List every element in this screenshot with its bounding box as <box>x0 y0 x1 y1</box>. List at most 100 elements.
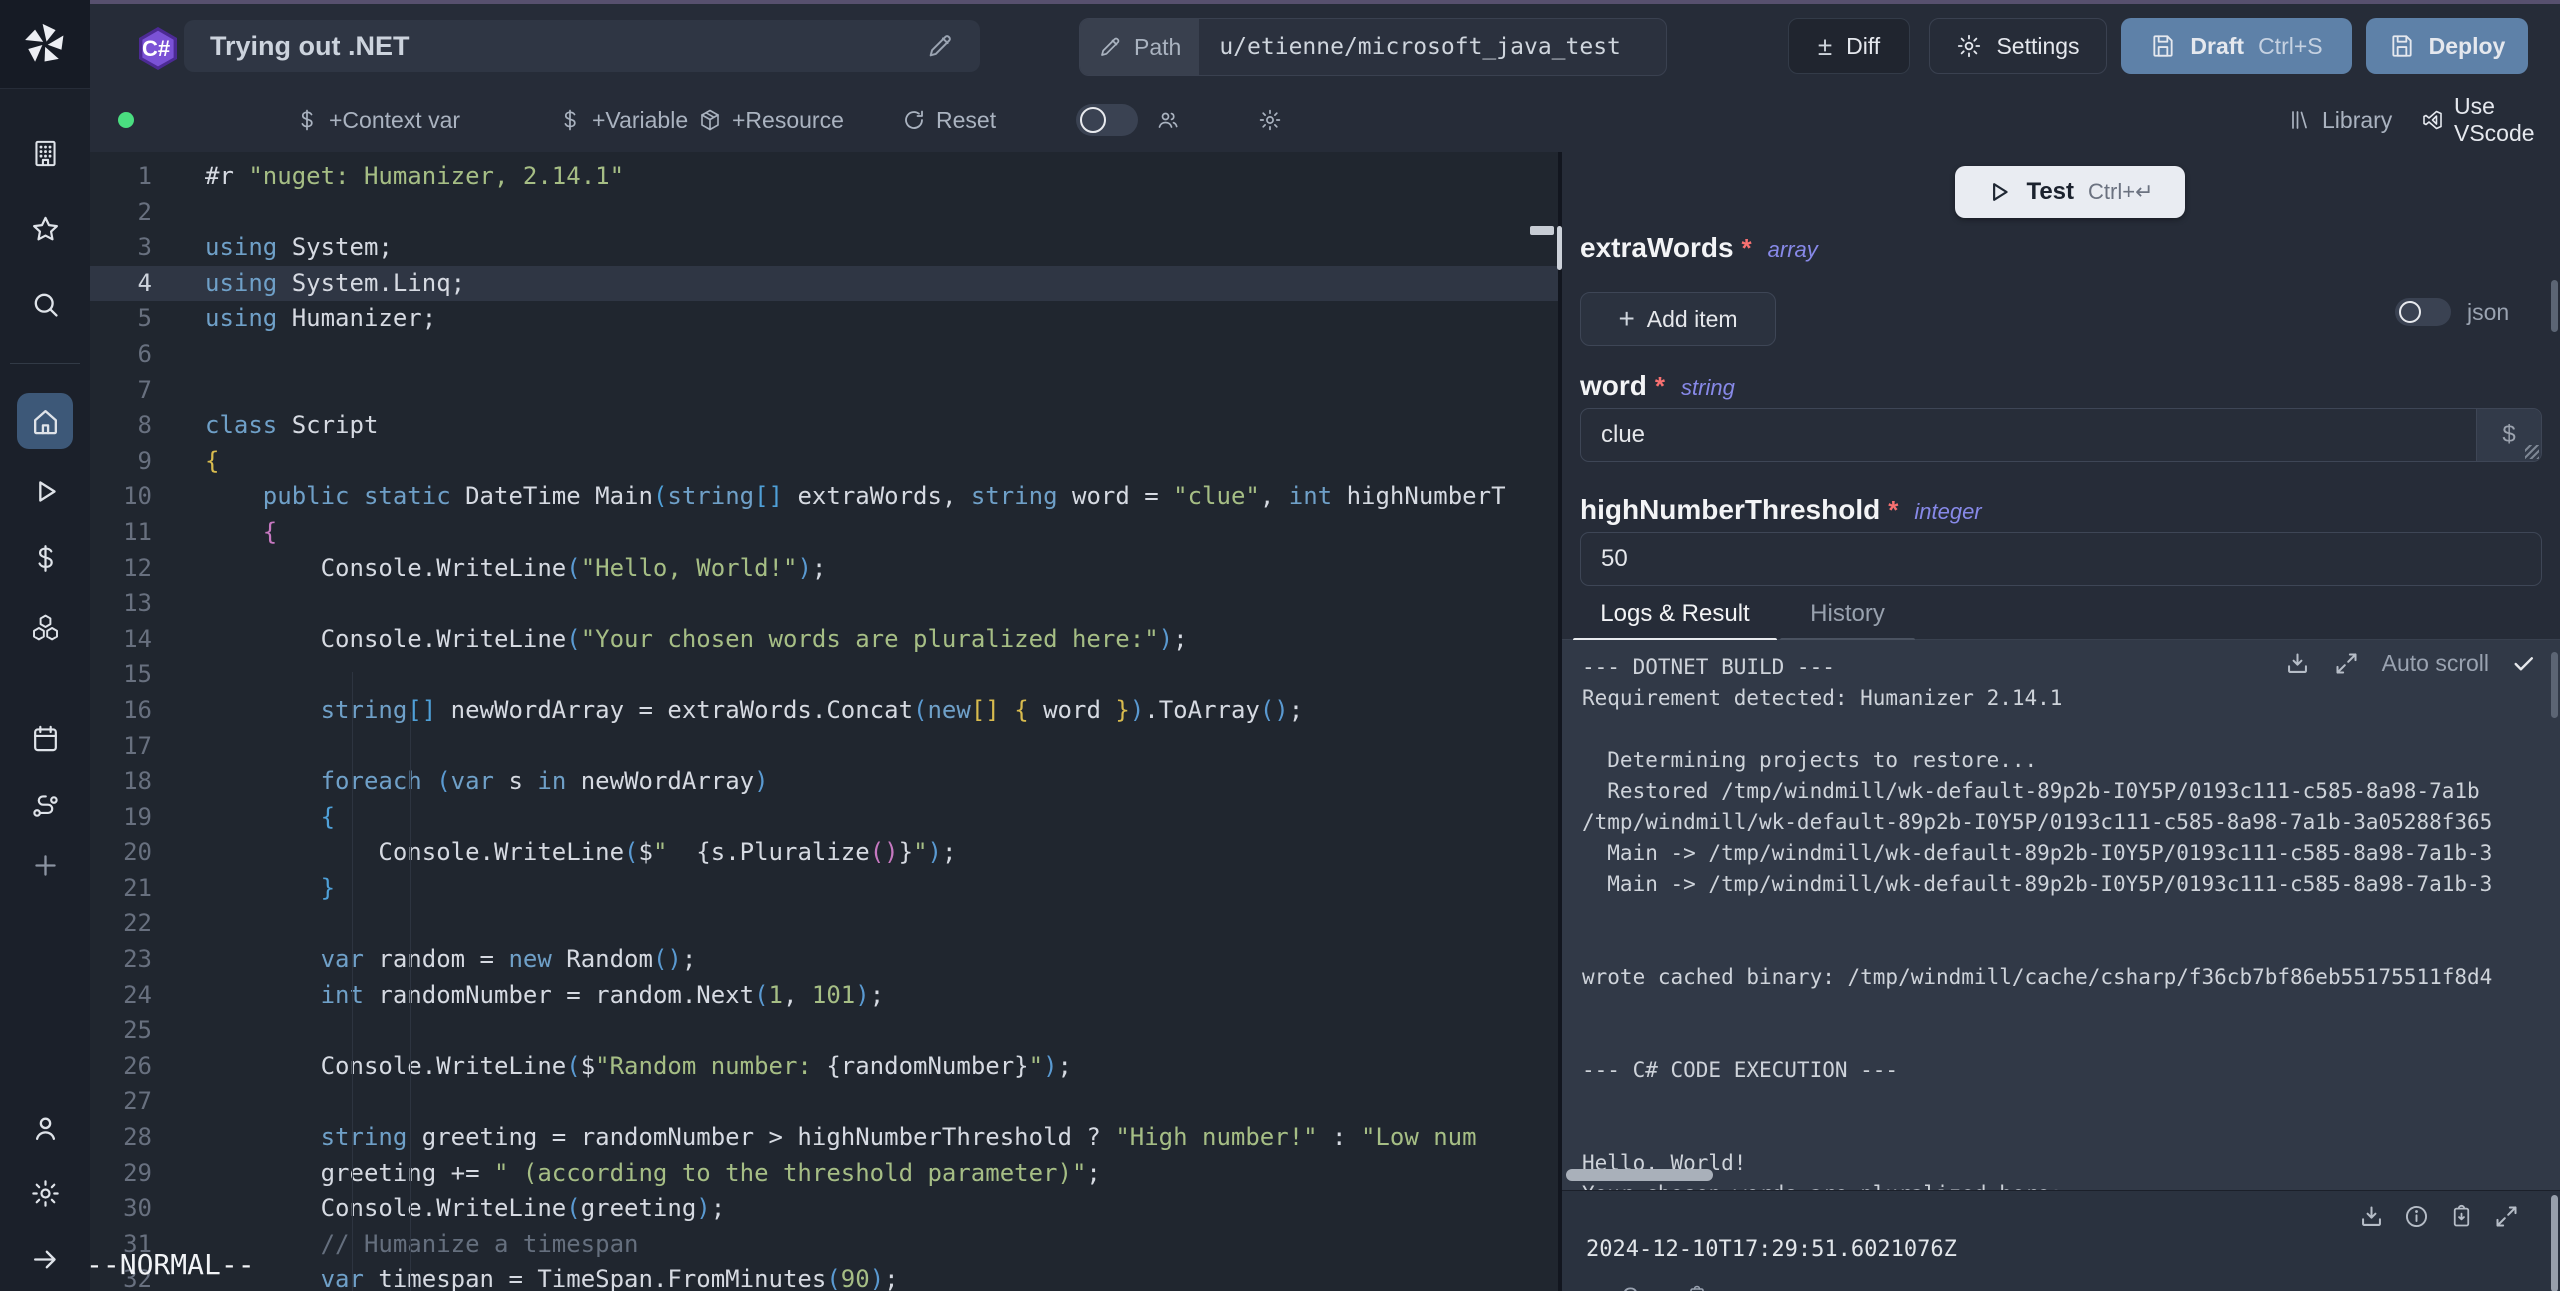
line-number: 8 <box>90 408 152 444</box>
sidebar-item-settings[interactable] <box>23 1171 67 1215</box>
windmill-logo-icon[interactable] <box>0 0 90 89</box>
code-line[interactable]: 32 var timespan = TimeSpan.FromMinutes(9… <box>90 1262 1558 1291</box>
use-vscode-button[interactable]: Use VScode <box>2420 88 2560 152</box>
word-input[interactable] <box>1581 409 2476 461</box>
deploy-button[interactable]: Deploy <box>2366 18 2528 74</box>
json-toggle-switch[interactable] <box>2395 298 2451 326</box>
tab-logs-result[interactable]: Logs & Result <box>1573 588 1777 640</box>
tab-history[interactable]: History <box>1780 588 1915 640</box>
sidebar-item-variables[interactable] <box>23 536 67 580</box>
code-line[interactable]: 3using System; <box>90 230 1558 266</box>
home-icon <box>30 406 61 437</box>
add-variable-button[interactable]: +Variable <box>558 88 688 152</box>
people-icon[interactable] <box>1156 108 1180 132</box>
info-icon[interactable] <box>2403 1203 2430 1230</box>
threshold-input[interactable] <box>1581 533 2541 585</box>
download-logs-icon[interactable] <box>2284 650 2311 677</box>
path-field[interactable]: Path u/etienne/microsoft_java_test <box>1079 18 1667 76</box>
code-line[interactable]: 29 greeting += " (according to the thres… <box>90 1156 1558 1192</box>
code-line[interactable]: 25 <box>90 1013 1558 1049</box>
copy-result-icon[interactable] <box>2448 1203 2475 1230</box>
result-vertical-scrollbar[interactable] <box>2551 1195 2558 1291</box>
code-text: var random = new Random(); <box>205 942 696 978</box>
field-type: string <box>1681 375 1735 401</box>
settings-button[interactable]: Settings <box>1929 18 2107 74</box>
line-number: 4 <box>90 266 152 302</box>
sidebar-item-workspace[interactable] <box>23 131 67 175</box>
code-line[interactable]: 26 Console.WriteLine($"Random number: {r… <box>90 1049 1558 1085</box>
code-line[interactable]: 10 public static DateTime Main(string[] … <box>90 479 1558 515</box>
add-variable-label: +Variable <box>592 107 688 134</box>
code-text: Console.WriteLine("Hello, World!"); <box>205 551 826 587</box>
code-line[interactable]: 4using System.Linq; <box>90 266 1558 302</box>
code-line[interactable]: 9{ <box>90 444 1558 480</box>
code-editor[interactable]: 1#r "nuget: Humanizer, 2.14.1"23using Sy… <box>90 152 1558 1291</box>
sidebar-item-schedules[interactable] <box>23 716 67 760</box>
code-line[interactable]: 15 <box>90 657 1558 693</box>
code-line[interactable]: 11 { <box>90 515 1558 551</box>
toggle-switch[interactable] <box>1076 104 1138 136</box>
code-line[interactable]: 27 <box>90 1084 1558 1120</box>
code-text: // Humanize a timespan <box>205 1227 638 1263</box>
code-text: { <box>205 800 335 836</box>
add-context-var-button[interactable]: +Context var <box>295 88 460 152</box>
logs-panel[interactable]: --- DOTNET BUILD ---Requirement detected… <box>1562 640 2560 1190</box>
vscode-icon <box>2420 108 2444 132</box>
code-line[interactable]: 2 <box>90 195 1558 231</box>
code-line[interactable]: 17 <box>90 729 1558 765</box>
sidebar-item-home[interactable] <box>17 393 73 449</box>
code-line[interactable]: 24 int randomNumber = random.Next(1, 101… <box>90 978 1558 1014</box>
panel-splitter[interactable] <box>1558 152 1562 1291</box>
edit-title-pencil-icon[interactable] <box>926 32 954 60</box>
add-resource-button[interactable]: +Resource <box>698 88 844 152</box>
code-line[interactable]: 19 { <box>90 800 1558 836</box>
code-line[interactable]: 13 <box>90 586 1558 622</box>
code-line[interactable]: 18 foreach (var s in newWordArray) <box>90 764 1558 800</box>
sidebar-item-search[interactable] <box>23 282 67 326</box>
resize-grip-icon[interactable] <box>2525 445 2539 459</box>
code-line[interactable]: 5using Humanizer; <box>90 301 1558 337</box>
test-button[interactable]: Test Ctrl+↵ <box>1955 166 2185 218</box>
code-line[interactable]: 31 // Humanize a timespan <box>90 1227 1558 1263</box>
code-line[interactable]: 23 var random = new Random(); <box>90 942 1558 978</box>
code-line[interactable]: 6 <box>90 337 1558 373</box>
reset-button[interactable]: Reset <box>902 88 996 152</box>
code-line[interactable]: 12 Console.WriteLine("Hello, World!"); <box>90 551 1558 587</box>
sidebar-item-expand-sidebar[interactable] <box>23 1237 67 1281</box>
test-label: Test <box>2026 178 2074 206</box>
sidebar-item-account[interactable] <box>23 1106 67 1150</box>
settings-label: Settings <box>1996 33 2079 60</box>
scrollbar-thumb[interactable] <box>1566 1169 1713 1181</box>
script-title-box[interactable]: Trying out .NET <box>184 20 980 72</box>
copy-row[interactable]: Copy <box>1622 1283 1709 1291</box>
sidebar-item-runs[interactable] <box>23 469 67 513</box>
line-number: 24 <box>90 978 152 1014</box>
form-vertical-scrollbar[interactable] <box>2551 280 2558 332</box>
expand-logs-icon[interactable] <box>2333 650 2360 677</box>
code-line[interactable]: 7 <box>90 373 1558 409</box>
code-line[interactable]: 16 string[] newWordArray = extraWords.Co… <box>90 693 1558 729</box>
code-line[interactable]: 30 Console.WriteLine(greeting); <box>90 1191 1558 1227</box>
autoscroll-check-icon[interactable] <box>2511 651 2536 676</box>
logs-vertical-scrollbar[interactable] <box>2551 652 2558 718</box>
sidebar-item-flows[interactable] <box>23 784 67 828</box>
draft-button[interactable]: Draft Ctrl+S <box>2121 18 2352 74</box>
splitter-handle-icon <box>1557 226 1562 270</box>
diff-button[interactable]: ± Diff <box>1788 18 1910 74</box>
code-line[interactable]: 14 Console.WriteLine("Your chosen words … <box>90 622 1558 658</box>
sidebar-item-favorites[interactable] <box>23 207 67 251</box>
code-line[interactable]: 8class Script <box>90 408 1558 444</box>
code-line[interactable]: 21 } <box>90 871 1558 907</box>
code-line[interactable]: 22 <box>90 906 1558 942</box>
expand-result-icon[interactable] <box>2493 1203 2520 1230</box>
library-button[interactable]: Library <box>2288 88 2392 152</box>
editor-settings-button[interactable] <box>1258 88 1282 152</box>
sidebar-item-resources[interactable] <box>23 605 67 649</box>
code-line[interactable]: 20 Console.WriteLine($" {s.Pluralize()}"… <box>90 835 1558 871</box>
add-item-button[interactable]: + Add item <box>1580 292 1776 346</box>
code-line[interactable]: 28 string greeting = randomNumber > high… <box>90 1120 1558 1156</box>
sidebar-item-create[interactable] <box>23 843 67 887</box>
download-result-icon[interactable] <box>2358 1203 2385 1230</box>
logs-horizontal-scrollbar[interactable] <box>1562 1168 2560 1182</box>
code-line[interactable]: 1#r "nuget: Humanizer, 2.14.1" <box>90 159 1558 195</box>
